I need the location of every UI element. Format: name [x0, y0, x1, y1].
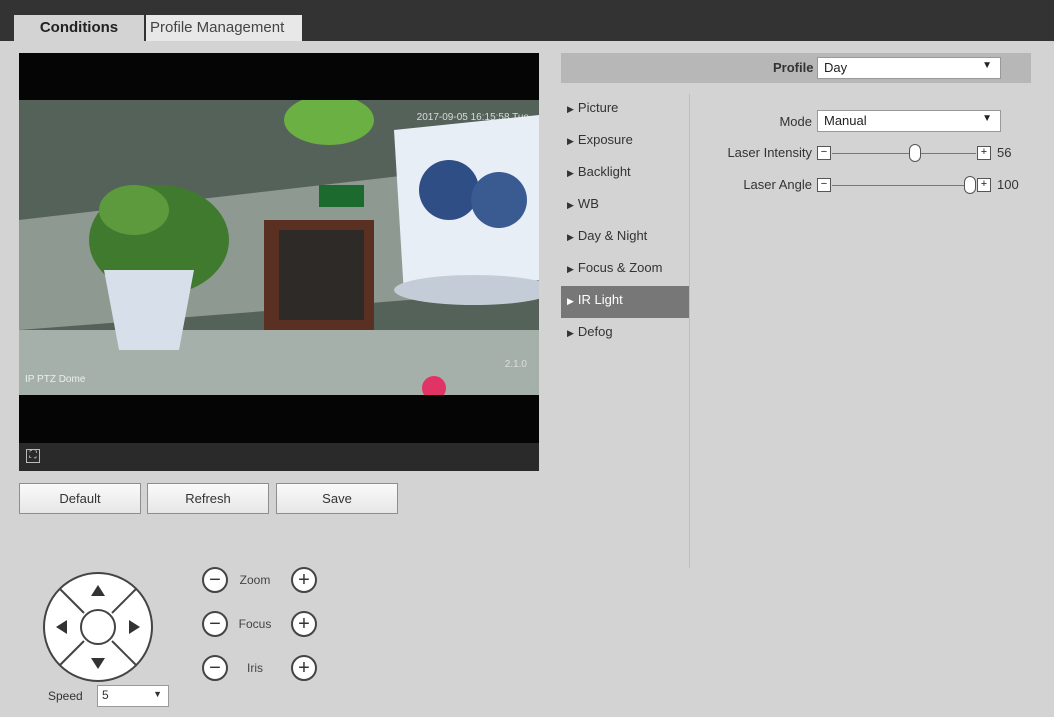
video-preview[interactable]: 2017-09-05 16:15:58 Tue 2.1.0 IP PTZ Dom…: [19, 53, 539, 471]
menu-item-label: Day & Night: [577, 228, 648, 243]
osd-camera-name: IP PTZ Dome: [25, 374, 86, 385]
osd-timestamp: 2017-09-05 16:15:58 Tue: [416, 112, 529, 123]
profile-value: Day: [824, 60, 848, 75]
speed-label: Speed: [48, 689, 83, 703]
menu-item-label: Focus & Zoom: [577, 260, 663, 275]
iris-label: Iris: [247, 661, 263, 675]
menu-divider: [689, 94, 690, 568]
video-toolbar: ⛶: [19, 443, 539, 471]
menu-item-wb[interactable]: ▶ WB: [561, 190, 689, 222]
speed-value: 5: [102, 688, 109, 702]
triangle-right-icon: ▶: [567, 264, 574, 274]
triangle-right-icon: ▶: [567, 104, 574, 114]
laser-intensity-value: 56: [997, 145, 1012, 160]
refresh-button[interactable]: Refresh: [147, 483, 269, 514]
osd-zoom-level: 2.1.0: [504, 359, 527, 370]
menu-item-ir-light[interactable]: ▶ IR Light: [561, 286, 689, 318]
slider-track: [832, 153, 976, 154]
menu-item-picture[interactable]: ▶ Picture: [561, 94, 689, 126]
triangle-right-icon: ▶: [567, 136, 574, 146]
chevron-down-icon: ▼: [982, 60, 992, 71]
mode-value: Manual: [824, 113, 867, 128]
chevron-down-icon: ▼: [153, 689, 162, 699]
slider-thumb[interactable]: [909, 144, 921, 162]
iris-open-button[interactable]: +: [291, 655, 317, 681]
profile-label: Profile: [773, 60, 814, 75]
fullscreen-icon[interactable]: ⛶: [26, 449, 40, 463]
zoom-label: Zoom: [239, 573, 271, 587]
settings-menu: ▶ Picture ▶ Exposure ▶ Backlight ▶ WB ▶ Day &…: [561, 94, 689, 350]
laser-angle-increase-button[interactable]: +: [977, 178, 991, 192]
menu-item-backlight[interactable]: ▶ Backlight: [561, 158, 689, 190]
menu-item-day-night[interactable]: ▶ Day & Night: [561, 222, 689, 254]
triangle-right-icon: ▶: [567, 296, 574, 306]
menu-item-label: Picture: [577, 100, 619, 115]
laser-angle-slider[interactable]: − + 100: [817, 176, 1032, 194]
laser-angle-label: Laser Angle: [743, 177, 812, 192]
speed-select[interactable]: 5 ▼: [97, 685, 169, 707]
iris-close-button[interactable]: −: [202, 655, 228, 681]
tab-profile-management[interactable]: Profile Management: [146, 15, 302, 41]
laser-intensity-increase-button[interactable]: +: [977, 146, 991, 160]
menu-item-label: WB: [577, 196, 599, 211]
save-button[interactable]: Save: [276, 483, 398, 514]
profile-header: Profile Day ▼: [561, 53, 1031, 83]
laser-angle-value: 100: [997, 177, 1019, 192]
menu-item-label: Backlight: [577, 164, 631, 179]
tab-conditions[interactable]: Conditions: [14, 15, 144, 41]
mode-label: Mode: [779, 114, 812, 129]
profile-select[interactable]: Day ▼: [817, 57, 1001, 79]
video-scene: 2017-09-05 16:15:58 Tue 2.1.0 IP PTZ Dom…: [19, 100, 539, 395]
laser-intensity-label: Laser Intensity: [727, 145, 812, 160]
chevron-down-icon: ▼: [982, 113, 992, 124]
zoom-in-button[interactable]: +: [291, 567, 317, 593]
triangle-right-icon: ▶: [567, 168, 574, 178]
laser-angle-decrease-button[interactable]: −: [817, 178, 831, 192]
menu-item-label: Defog: [577, 324, 613, 339]
mode-select[interactable]: Manual ▼: [817, 110, 1001, 132]
focus-label: Focus: [238, 617, 272, 631]
menu-item-label: Exposure: [577, 132, 633, 147]
menu-item-defog[interactable]: ▶ Defog: [561, 318, 689, 350]
laser-intensity-slider[interactable]: − + 56: [817, 144, 1032, 162]
scene-illustration: [19, 100, 539, 395]
slider-thumb[interactable]: [964, 176, 976, 194]
menu-item-exposure[interactable]: ▶ Exposure: [561, 126, 689, 158]
triangle-right-icon: ▶: [567, 200, 574, 210]
default-button[interactable]: Default: [19, 483, 141, 514]
triangle-right-icon: ▶: [567, 328, 574, 338]
zoom-out-button[interactable]: −: [202, 567, 228, 593]
menu-item-focus-zoom[interactable]: ▶ Focus & Zoom: [561, 254, 689, 286]
menu-item-label: IR Light: [577, 292, 623, 307]
triangle-right-icon: ▶: [567, 232, 574, 242]
laser-intensity-decrease-button[interactable]: −: [817, 146, 831, 160]
focus-near-button[interactable]: −: [202, 611, 228, 637]
ptz-center-button[interactable]: [80, 609, 116, 645]
focus-far-button[interactable]: +: [291, 611, 317, 637]
ptz-direction-pad: [43, 572, 153, 682]
slider-track: [832, 185, 976, 186]
